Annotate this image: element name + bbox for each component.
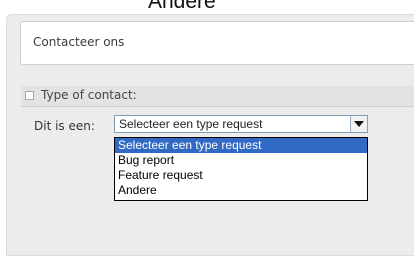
- form-title: Contacteer ons: [33, 35, 125, 49]
- select-current-value: Selecteer een type request: [119, 117, 263, 131]
- section-header-type-of-contact[interactable]: Type of contact:: [21, 86, 414, 107]
- dropdown-option-feature-request[interactable]: Feature request: [115, 168, 367, 183]
- partial-heading: Andere: [148, 0, 216, 13]
- dropdown-option-andere[interactable]: Andere: [115, 183, 367, 198]
- request-type-select[interactable]: Selecteer een type request: [114, 115, 368, 133]
- checkbox-icon[interactable]: [25, 91, 34, 100]
- request-type-label: Dit is een:: [34, 119, 95, 133]
- dropdown-option-select-type[interactable]: Selecteer een type request: [115, 138, 367, 153]
- form-title-box: Contacteer ons: [20, 21, 414, 65]
- select-dropdown-button[interactable]: [350, 116, 367, 132]
- request-type-dropdown-list: Selecteer een type request Bug report Fe…: [114, 137, 368, 201]
- chevron-down-icon: [354, 121, 364, 127]
- section-label: Type of contact:: [41, 88, 137, 102]
- dropdown-option-bug-report[interactable]: Bug report: [115, 153, 367, 168]
